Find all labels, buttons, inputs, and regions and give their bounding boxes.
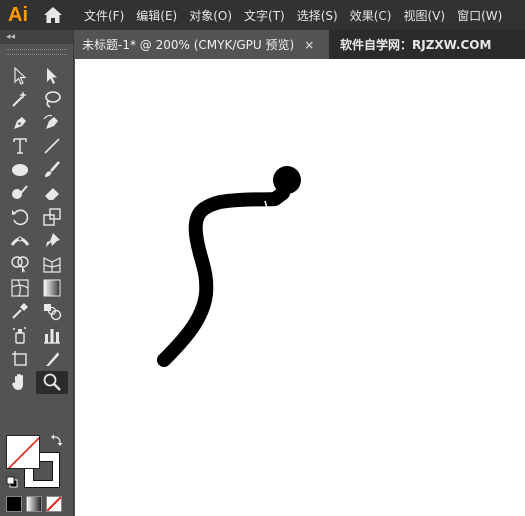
line-segment-icon [44, 138, 60, 154]
gradient-button[interactable] [26, 496, 42, 512]
pushpin-icon [46, 232, 60, 247]
menu-type[interactable]: 文字(T) [244, 7, 285, 24]
eraser-icon [45, 188, 59, 201]
slice-knife-icon [46, 351, 59, 366]
artboard-canvas[interactable] [75, 59, 525, 516]
pen-tool[interactable] [4, 111, 36, 134]
symbol-sprayer-tool[interactable] [4, 324, 36, 347]
color-button[interactable] [6, 496, 22, 512]
mesh-icon [11, 279, 29, 297]
tools-panel: ◂◂ [0, 30, 74, 516]
mesh-tool[interactable] [4, 276, 36, 299]
direct-selection-arrow-icon [47, 67, 57, 84]
watermark-text: 软件自学网：RJZXW.COM [340, 38, 492, 52]
stroke-end-dot[interactable] [273, 166, 301, 194]
selection-tool[interactable] [4, 64, 36, 87]
slice-tool[interactable] [36, 347, 68, 370]
type-tool[interactable] [4, 135, 36, 158]
eyedropper-tool[interactable] [4, 300, 36, 323]
document-tab-bar: 未标题-1* @ 200% (CMYK/GPU 预览) × 软件自学网：RJZX… [74, 30, 525, 59]
panel-collapse-button[interactable]: ◂◂ [0, 30, 73, 44]
ellipse-icon [12, 163, 28, 176]
menu-object[interactable]: 对象(O) [189, 7, 232, 24]
direct-selection-tool[interactable] [36, 64, 68, 87]
lasso-icon [45, 91, 61, 108]
curvature-pen-icon [43, 114, 58, 129]
menu-effect[interactable]: 效果(C) [350, 7, 392, 24]
scale-icon [43, 208, 61, 226]
hand-tool[interactable] [4, 371, 36, 394]
paintbrush-tool[interactable] [36, 158, 68, 181]
selection-arrow-icon [14, 66, 27, 85]
rotate-tool[interactable] [4, 206, 36, 229]
paintbrush-icon [45, 161, 60, 177]
shaper-icon [12, 185, 28, 200]
menu-bar: Ai 文件(F) 编辑(E) 对象(O) 文字(T) 选择(S) 效果(C) 视… [0, 0, 525, 30]
none-slash-icon [47, 497, 61, 511]
document-tab[interactable]: 未标题-1* @ 200% (CMYK/GPU 预览) × [74, 30, 330, 59]
pen-nib-icon [14, 116, 26, 129]
home-button[interactable] [36, 0, 70, 30]
none-slash-icon [7, 436, 39, 468]
symbol-sprayer-icon [13, 327, 26, 344]
tool-grid [4, 64, 70, 394]
swap-fill-stroke-icon[interactable] [50, 433, 64, 447]
panel-grip[interactable] [6, 49, 67, 55]
zoom-tool[interactable] [36, 370, 68, 394]
menu-window[interactable]: 窗口(W) [457, 7, 502, 24]
scale-tool[interactable] [36, 206, 68, 229]
artboard-tool[interactable] [4, 347, 36, 370]
puppet-warp-tool[interactable] [36, 229, 68, 252]
type-t-icon [13, 138, 27, 155]
menu-edit[interactable]: 编辑(E) [136, 7, 177, 24]
document-tab-title: 未标题-1* @ 200% (CMYK/GPU 预览) [82, 38, 295, 52]
lasso-tool[interactable] [36, 88, 68, 111]
gradient-tool[interactable] [36, 276, 68, 299]
stroke-artwork [157, 166, 301, 367]
blend-icon [44, 304, 62, 321]
perspective-grid-tool[interactable] [36, 253, 68, 276]
app-logo: Ai [8, 3, 28, 26]
menu-view[interactable]: 视图(V) [403, 7, 445, 24]
fill-swatch[interactable] [6, 435, 40, 469]
artboard-icon [12, 350, 27, 366]
shape-builder-tool[interactable] [4, 253, 36, 276]
magic-wand-icon [12, 91, 27, 107]
line-segment-tool[interactable] [36, 135, 68, 158]
default-fill-stroke-icon[interactable] [6, 476, 18, 488]
home-icon [44, 7, 62, 23]
eyedropper-icon [12, 303, 28, 320]
hand-icon [12, 374, 23, 391]
magnifier-icon [43, 373, 61, 392]
none-button[interactable] [46, 496, 62, 512]
brush-stroke-path[interactable] [157, 186, 290, 367]
magic-wand-tool[interactable] [4, 88, 36, 111]
gradient-icon [43, 279, 61, 297]
column-graph-tool[interactable] [36, 324, 68, 347]
column-graph-icon [44, 329, 60, 344]
ellipse-tool[interactable] [4, 158, 36, 181]
blend-tool[interactable] [36, 300, 68, 323]
rotate-icon [12, 209, 29, 226]
collapse-icon: ◂◂ [6, 32, 16, 42]
close-icon[interactable]: × [304, 38, 314, 52]
menu-items: 文件(F) 编辑(E) 对象(O) 文字(T) 选择(S) 效果(C) 视图(V… [84, 7, 514, 24]
shape-builder-icon [11, 256, 29, 274]
width-tool-icon [10, 236, 30, 246]
menu-file[interactable]: 文件(F) [84, 7, 124, 24]
eraser-tool[interactable] [36, 182, 68, 205]
menu-select[interactable]: 选择(S) [297, 7, 338, 24]
curvature-tool[interactable] [36, 111, 68, 134]
shaper-tool[interactable] [4, 182, 36, 205]
width-tool[interactable] [4, 229, 36, 252]
color-mode-row [6, 496, 62, 512]
perspective-grid-icon [43, 257, 61, 273]
